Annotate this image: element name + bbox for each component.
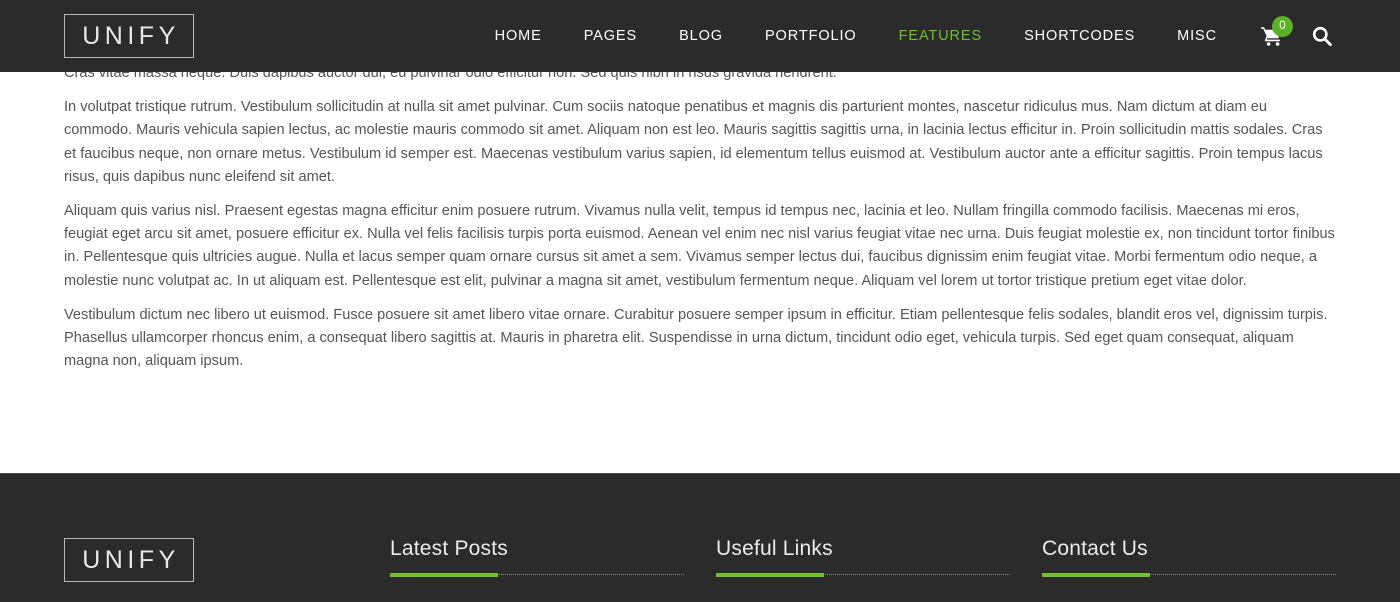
nav-item-misc[interactable]: MISC: [1156, 0, 1238, 72]
search-icon: [1311, 25, 1333, 47]
nav-item-pages[interactable]: PAGES: [563, 0, 658, 72]
header-tools: 0: [1254, 0, 1340, 72]
nav-item-portfolio[interactable]: PORTFOLIO: [744, 0, 878, 72]
footer-heading-contact-us: Contact Us: [1042, 537, 1148, 560]
footer-column-contact-us: Contact Us: [1042, 536, 1336, 578]
nav-item-blog[interactable]: BLOG: [658, 0, 744, 72]
search-button[interactable]: [1304, 18, 1340, 54]
footer-logo-text: UNIFY: [82, 545, 180, 574]
cart-button[interactable]: 0: [1254, 16, 1293, 54]
footer-heading-latest-posts: Latest Posts: [390, 537, 508, 560]
cart-badge: 0: [1272, 16, 1293, 37]
heading-underline-rule: [716, 573, 1010, 578]
heading-underline-rule: [390, 573, 684, 578]
footer-heading-useful-links: Useful Links: [716, 537, 833, 560]
nav-item-shortcodes[interactable]: SHORTCODES: [1003, 0, 1156, 72]
paragraph-3: Aliquam quis varius nisl. Praesent egest…: [64, 203, 1335, 289]
nav-item-home[interactable]: HOME: [474, 0, 563, 72]
footer-column-useful-links: Useful Links: [716, 536, 1010, 578]
heading-underline-rule: [1042, 573, 1336, 578]
paragraph-4: Vestibulum dictum nec libero ut euismod.…: [64, 306, 1328, 370]
footer-column-latest-posts: Latest Posts: [390, 536, 684, 578]
footer-container: UNIFY Latest Posts Useful Links Contact …: [0, 474, 1400, 602]
main-navigation: HOME PAGES BLOG PORTFOLIO FEATURES SHORT…: [474, 0, 1238, 72]
site-logo-text: UNIFY: [82, 21, 180, 50]
nav-item-features[interactable]: FEATURES: [878, 0, 1003, 72]
footer-logo[interactable]: UNIFY: [64, 538, 194, 582]
site-header: UNIFY HOME PAGES BLOG PORTFOLIO FEATURES…: [0, 0, 1400, 72]
content-container: Cras vitae massa neque. Duis dapibus auc…: [64, 62, 1336, 373]
page-root: Cras vitae massa neque. Duis dapibus auc…: [0, 0, 1400, 602]
site-footer: UNIFY Latest Posts Useful Links Contact …: [0, 473, 1400, 602]
paragraph-2: In volutpat tristique rutrum. Vestibulum…: [64, 99, 1323, 185]
site-logo[interactable]: UNIFY: [64, 14, 194, 58]
